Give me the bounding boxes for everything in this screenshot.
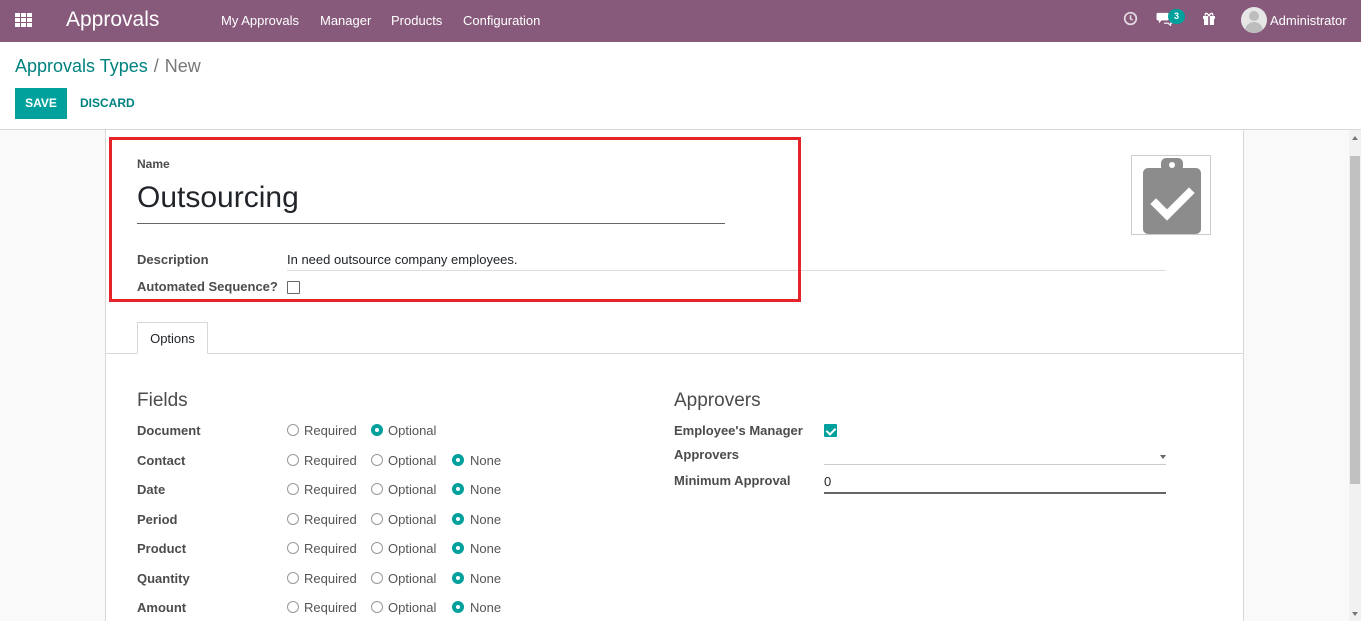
radio-amount-optional[interactable] <box>371 601 383 613</box>
save-button[interactable]: SAVE <box>15 88 67 119</box>
name-label: Name <box>137 157 170 171</box>
scrollbar-thumb[interactable] <box>1350 156 1360 484</box>
type-image[interactable] <box>1131 155 1211 235</box>
radio-label-quantity-optional[interactable]: Optional <box>388 571 436 586</box>
radio-label-date-required[interactable]: Required <box>304 482 357 497</box>
menu-manager[interactable]: Manager <box>320 13 371 28</box>
radio-document-required[interactable] <box>287 424 299 436</box>
radio-period-optional[interactable] <box>371 513 383 525</box>
radio-document-optional[interactable] <box>371 424 383 436</box>
minimum-approval-input[interactable]: 0 <box>824 473 1166 494</box>
approvers-label: Approvers <box>674 447 740 462</box>
discard-button[interactable]: DISCARD <box>80 88 135 119</box>
employees-manager-label: Employee's Manager <box>674 423 803 438</box>
radio-product-required[interactable] <box>287 542 299 554</box>
radio-amount-required[interactable] <box>287 601 299 613</box>
breadcrumb-separator: / <box>153 56 159 76</box>
radio-date-none[interactable] <box>452 483 464 495</box>
radio-amount-none[interactable] <box>452 601 464 613</box>
radio-label-amount-required[interactable]: Required <box>304 600 357 615</box>
breadcrumb-current: New <box>164 56 201 76</box>
radio-product-none[interactable] <box>452 542 464 554</box>
minimum-approval-label: Minimum Approval <box>674 473 791 488</box>
name-input[interactable]: Outsourcing <box>137 181 725 224</box>
automated-sequence-checkbox[interactable] <box>287 281 300 294</box>
radio-label-document-optional[interactable]: Optional <box>388 423 436 438</box>
radio-label-amount-optional[interactable]: Optional <box>388 600 436 615</box>
radio-contact-required[interactable] <box>287 454 299 466</box>
user-menu[interactable]: Administrator <box>1270 13 1347 28</box>
employees-manager-checkbox[interactable] <box>824 424 837 437</box>
radio-label-date-optional[interactable]: Optional <box>388 482 436 497</box>
clipboard-check-icon <box>1143 158 1201 234</box>
field-label-amount: Amount <box>137 600 187 615</box>
field-label-contact: Contact <box>137 453 186 468</box>
radio-period-required[interactable] <box>287 513 299 525</box>
radio-contact-optional[interactable] <box>371 454 383 466</box>
message-count-badge: 3 <box>1168 9 1185 24</box>
user-avatar[interactable] <box>1241 7 1267 33</box>
field-label-date: Date <box>137 482 166 497</box>
clock-icon[interactable] <box>1123 11 1138 29</box>
chevron-down-icon[interactable] <box>1160 455 1166 459</box>
radio-label-document-required[interactable]: Required <box>304 423 357 438</box>
radio-label-period-optional[interactable]: Optional <box>388 512 436 527</box>
radio-contact-none[interactable] <box>452 454 464 466</box>
field-label-quantity: Quantity <box>137 571 190 586</box>
radio-label-contact-none[interactable]: None <box>470 453 501 468</box>
radio-label-quantity-required[interactable]: Required <box>304 571 357 586</box>
approvers-select[interactable] <box>824 464 1166 465</box>
radio-label-amount-none[interactable]: None <box>470 600 501 615</box>
radio-quantity-optional[interactable] <box>371 572 383 584</box>
fields-section-title: Fields <box>137 390 188 411</box>
radio-label-contact-required[interactable]: Required <box>304 453 357 468</box>
radio-label-product-required[interactable]: Required <box>304 541 357 556</box>
radio-label-quantity-none[interactable]: None <box>470 571 501 586</box>
field-label-product: Product <box>137 541 187 556</box>
radio-quantity-none[interactable] <box>452 572 464 584</box>
breadcrumb-approvals-types[interactable]: Approvals Types <box>15 56 148 76</box>
scroll-down-icon[interactable] <box>1352 612 1358 616</box>
gift-icon[interactable] <box>1202 11 1216 29</box>
radio-label-period-none[interactable]: None <box>470 512 501 527</box>
control-panel: Approvals Types / New SAVE DISCARD <box>0 42 1361 130</box>
radio-date-required[interactable] <box>287 483 299 495</box>
approvers-section-title: Approvers <box>674 390 761 411</box>
app-brand[interactable]: Approvals <box>66 8 159 32</box>
description-input[interactable]: In need outsource company employees. <box>287 251 1166 271</box>
automated-sequence-label: Automated Sequence? <box>137 279 278 294</box>
menu-products[interactable]: Products <box>391 13 442 28</box>
breadcrumb: Approvals Types / New <box>15 56 201 77</box>
menu-configuration[interactable]: Configuration <box>463 13 540 28</box>
radio-label-product-none[interactable]: None <box>470 541 501 556</box>
scroll-up-icon[interactable] <box>1352 136 1358 140</box>
radio-quantity-required[interactable] <box>287 572 299 584</box>
tab-options[interactable]: Options <box>137 322 208 354</box>
radio-date-optional[interactable] <box>371 483 383 495</box>
field-label-document: Document <box>137 423 201 438</box>
top-navbar: Approvals My Approvals Manager Products … <box>0 0 1361 42</box>
description-label: Description <box>137 252 209 267</box>
radio-period-none[interactable] <box>452 513 464 525</box>
radio-label-product-optional[interactable]: Optional <box>388 541 436 556</box>
radio-label-period-required[interactable]: Required <box>304 512 357 527</box>
radio-label-date-none[interactable]: None <box>470 482 501 497</box>
apps-grid-icon[interactable] <box>15 13 32 28</box>
radio-product-optional[interactable] <box>371 542 383 554</box>
radio-label-contact-optional[interactable]: Optional <box>388 453 436 468</box>
menu-my-approvals[interactable]: My Approvals <box>221 13 299 28</box>
field-label-period: Period <box>137 512 178 527</box>
tab-divider <box>105 353 1244 354</box>
